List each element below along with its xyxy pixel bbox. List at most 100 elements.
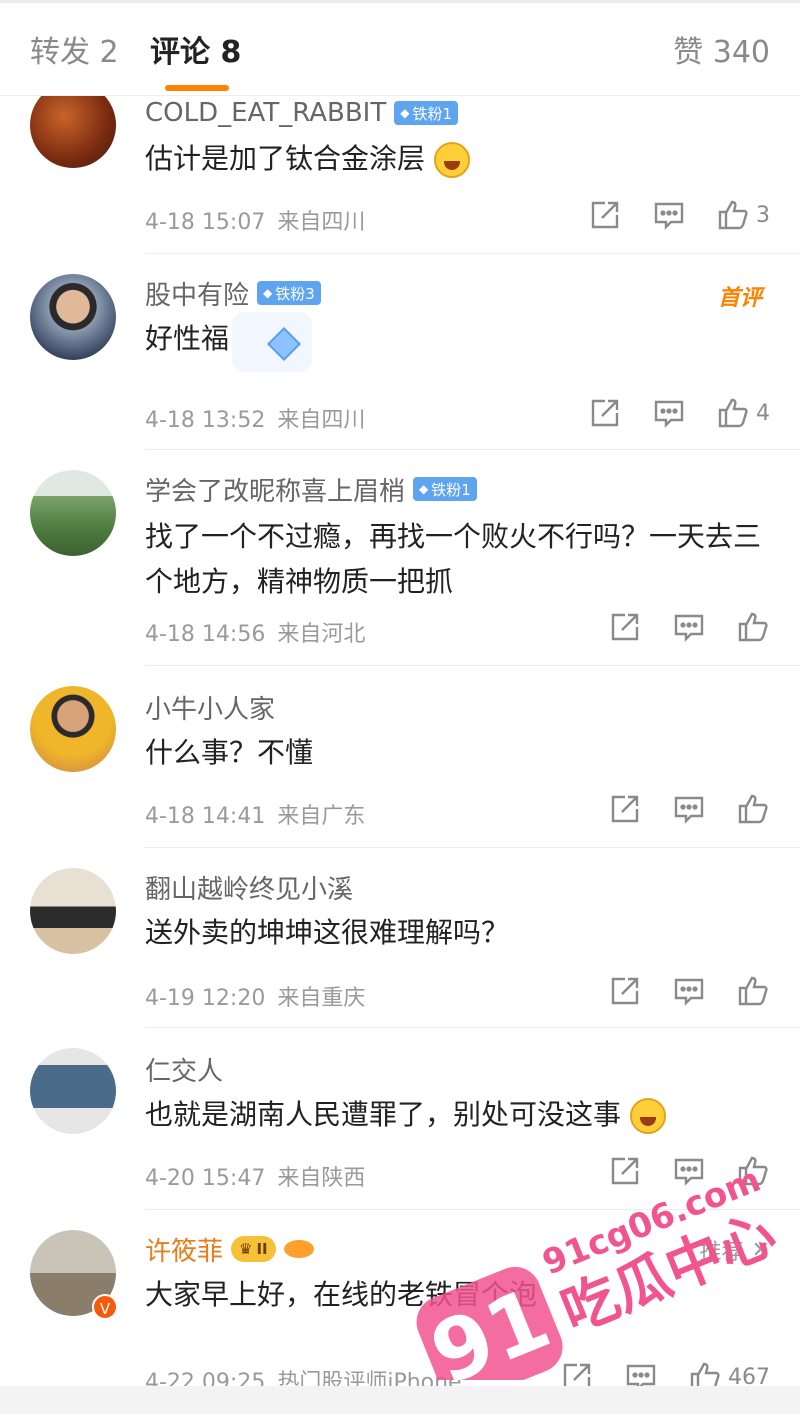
reply-button[interactable]	[652, 396, 686, 430]
fan-badge: ◆ 铁粉1	[413, 477, 477, 501]
share-button[interactable]	[588, 198, 622, 232]
comment-time: 4-19 12:20	[145, 986, 266, 1011]
avatar[interactable]	[30, 1048, 116, 1134]
like-button[interactable]: 3	[716, 198, 770, 232]
share-icon	[611, 1157, 639, 1185]
share-button[interactable]	[608, 610, 642, 644]
comment-text-content: 估计是加了钛合金涂层	[145, 142, 426, 175]
reply-button[interactable]	[672, 974, 706, 1008]
comment-location: 来自广东	[277, 804, 366, 829]
comment-text-content: 也就是湖南人民遭罪了，别处可没这事	[145, 1098, 622, 1131]
comment-actions	[608, 610, 770, 644]
comment-actions	[608, 792, 770, 826]
avatar[interactable]	[30, 868, 116, 954]
like-button[interactable]: 4	[716, 396, 770, 430]
share-icon	[563, 1363, 591, 1386]
comment-actions	[608, 974, 770, 1008]
comment-meta: 4-18 13:52 来自四川	[145, 402, 365, 434]
reply-button[interactable]	[672, 1154, 706, 1188]
like-button[interactable]: 467	[688, 1360, 770, 1386]
avatar[interactable]	[30, 274, 116, 360]
comment-text: 什么事？不懂	[145, 736, 314, 769]
reply-button[interactable]	[672, 792, 706, 826]
verified-badge: V	[92, 1294, 118, 1320]
grin-emoji-icon	[629, 1098, 666, 1134]
comment-author-name[interactable]: 仁交人	[145, 1051, 223, 1088]
avatar[interactable]	[30, 96, 116, 168]
fan-badge: ◆ 铁粉3	[257, 281, 321, 305]
share-button[interactable]	[608, 792, 642, 826]
comment-time: 4-18 14:56	[145, 622, 266, 647]
comment-author-name[interactable]: 学会了改昵称喜上眉梢	[145, 471, 405, 508]
comment-author-row: 股中有险 ◆ 铁粉3	[145, 275, 321, 312]
comment-author-name[interactable]: COLD_EAT_RABBIT	[145, 98, 386, 128]
avatar[interactable]	[30, 686, 116, 772]
comment-item: 学会了改昵称喜上眉梢 ◆ 铁粉1 找了一个不过瘾，再找一个败火不行吗？一天去三个地…	[0, 450, 800, 666]
comment-time: 4-18 15:07	[145, 210, 266, 235]
crown-icon: ♛	[239, 1240, 253, 1258]
tab-reposts[interactable]: 转发 2	[30, 33, 119, 73]
diamond-sticker-icon	[232, 312, 312, 372]
comment-icon	[654, 400, 684, 428]
comment-item: V 许筱菲 ♛ II 推荐 ✕ 大家早上好，在线的老铁冒个泡 4-22 09:25 热…	[0, 1210, 800, 1386]
first-comment-tag: 首评	[717, 286, 762, 311]
comment-meta: 4-22 09:25 热门股评师iPhone	[145, 1364, 462, 1386]
like-count: 467	[728, 1364, 770, 1387]
like-button[interactable]	[736, 1154, 770, 1188]
reply-button[interactable]	[624, 1360, 658, 1386]
comment-icon	[654, 202, 684, 230]
comment-icon	[674, 1158, 704, 1186]
comment-meta: 4-18 14:41 来自广东	[145, 798, 365, 830]
close-icon[interactable]: ✕	[752, 1238, 770, 1263]
comment-author-row: 翻山越岭终见小溪	[145, 869, 353, 906]
comment-item: 股中有险 ◆ 铁粉3 首评 好性福 4-18 13:52 来自四川 4	[0, 254, 800, 450]
comment-icon	[674, 978, 704, 1006]
comment-icon	[674, 796, 704, 824]
comment-text: 估计是加了钛合金涂层	[145, 136, 775, 181]
comment-author-row: 许筱菲 ♛ II	[145, 1231, 314, 1268]
share-button[interactable]	[560, 1360, 594, 1386]
thumbs-up-icon	[690, 1362, 720, 1386]
comment-text: 也就是湖南人民遭罪了，别处可没这事	[145, 1092, 775, 1137]
comment-text: 送外卖的坤坤这很难理解吗？	[145, 916, 510, 949]
share-icon	[611, 795, 639, 823]
reply-button[interactable]	[652, 198, 686, 232]
share-icon	[591, 201, 619, 229]
comment-meta: 4-18 15:07 来自四川	[145, 204, 365, 236]
tab-comments[interactable]: 评论 8	[150, 33, 241, 73]
comment-author-name[interactable]: 许筱菲	[145, 1231, 223, 1268]
comment-author-name[interactable]: 股中有险	[145, 275, 249, 312]
share-button[interactable]	[608, 1154, 642, 1188]
like-button[interactable]	[736, 792, 770, 826]
comment-author-name[interactable]: 小牛小人家	[145, 689, 275, 726]
comment-item: 小牛小人家 什么事？不懂 4-18 14:41 来自广东	[0, 666, 800, 848]
comment-location: 热门股评师iPhone	[277, 1370, 462, 1386]
comment-location: 来自河北	[277, 622, 366, 647]
fan-badge-label: 铁粉3	[275, 284, 315, 303]
comment-text: 大家早上好，在线的老铁冒个泡	[145, 1278, 538, 1311]
comment-time: 4-18 13:52	[145, 408, 266, 433]
comment-item: 仁交人 也就是湖南人民遭罪了，别处可没这事 4-20 15:47 来自陕西	[0, 1028, 800, 1210]
share-button[interactable]	[608, 974, 642, 1008]
reply-button[interactable]	[672, 610, 706, 644]
like-button[interactable]	[736, 974, 770, 1008]
comment-icon	[626, 1364, 656, 1386]
tab-likes[interactable]: 赞 340	[673, 33, 770, 73]
fan-badge: ◆ 铁粉1	[394, 101, 459, 125]
avatar[interactable]	[30, 470, 116, 556]
comment-list: COLD_EAT_RABBIT ◆ 铁粉1 估计是加了钛合金涂层 4-18 15:…	[0, 96, 800, 1386]
comment-time: 4-20 15:47	[145, 1166, 266, 1191]
fish-icon	[283, 1240, 314, 1258]
comment-author-name[interactable]: 翻山越岭终见小溪	[145, 869, 353, 906]
fan-badge-label: 铁粉1	[431, 480, 471, 499]
vip-level: II	[256, 1240, 268, 1258]
recommend-tag: 推荐 ✕	[700, 1234, 770, 1266]
thumbs-up-icon	[738, 612, 768, 642]
like-count: 3	[756, 202, 770, 228]
comment-author-row: 仁交人	[145, 1051, 223, 1088]
like-button[interactable]	[736, 610, 770, 644]
comment-meta: 4-20 15:47 来自陕西	[145, 1160, 365, 1192]
diamond-icon: ◆	[419, 482, 429, 496]
active-tab-indicator	[165, 85, 229, 91]
share-button[interactable]	[588, 396, 622, 430]
